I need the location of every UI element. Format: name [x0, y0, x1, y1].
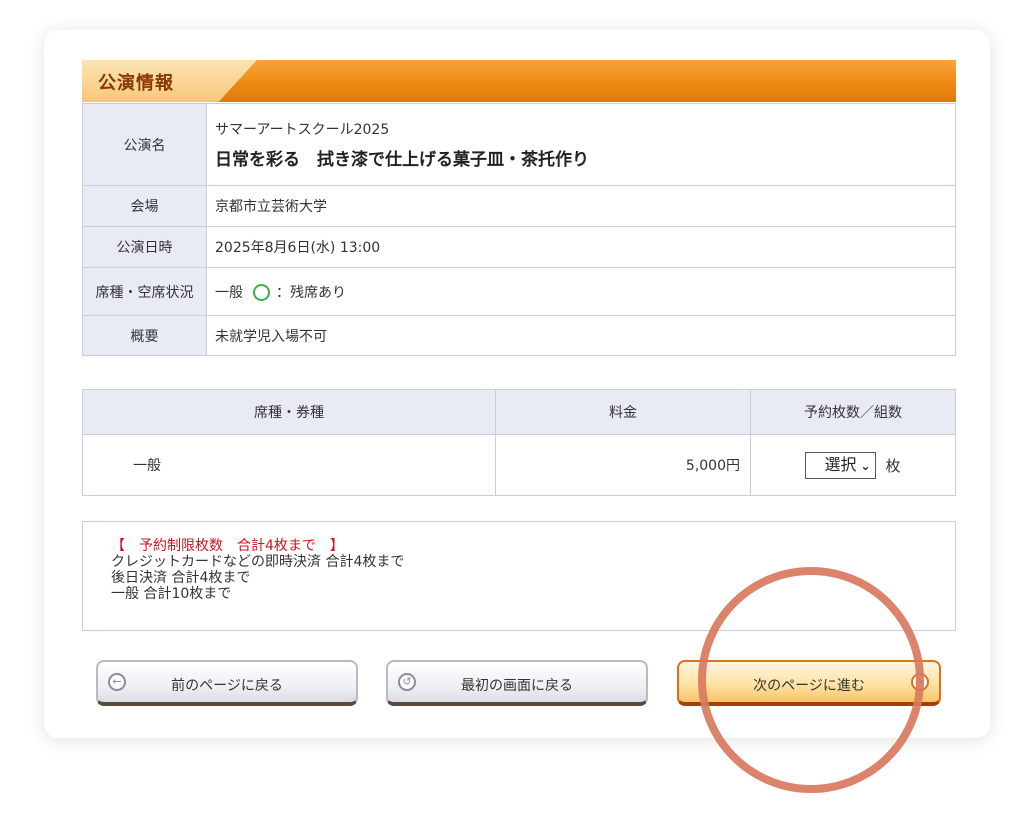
back-button[interactable]: ← 前のページに戻る	[96, 660, 358, 706]
info-row-note: 概要 未就学児入場不可	[82, 315, 956, 356]
chevron-down-icon: ⌄	[860, 458, 871, 473]
quantity-unit: 枚	[885, 456, 901, 475]
note-label: 概要	[82, 315, 207, 356]
notice-content: 【 予約制限枚数 合計4枚まで 】 クレジットカードなどの即時決済 合計4枚まで…	[111, 538, 404, 602]
header-quantity: 予約枚数／組数	[750, 389, 956, 435]
seat-label: 席種・空席状況	[82, 267, 207, 316]
next-button[interactable]: 次のページに進む →	[677, 660, 941, 706]
limit-line: 一般 合計10枚まで	[111, 586, 232, 602]
price-header-row: 席種・券種 料金 予約枚数／組数	[82, 389, 956, 435]
quantity-select-value: 選択	[824, 454, 857, 474]
name-value: サマーアートスクール2025 日常を彩る 拭き漆で仕上げる菓子皿・茶托作り	[206, 103, 956, 186]
name-label: 公演名	[82, 103, 207, 186]
info-row-seat: 席種・空席状況 一般 ：残席あり	[82, 267, 956, 316]
quantity-select[interactable]: 選択 ⌄	[805, 451, 876, 479]
info-row-venue: 会場 京都市立芸術大学	[82, 185, 956, 227]
info-row-date: 公演日時 2025年8月6日(水) 13:00	[82, 226, 956, 268]
page: 公演情報 公演名 サマーアートスクール2025 日常を彩る 拭き漆で仕上げる菓子…	[0, 0, 1032, 822]
ticket-fee: 5,000円	[495, 434, 751, 496]
arrow-right-icon: →	[911, 673, 929, 691]
venue-label: 会場	[82, 185, 207, 227]
limit-line: クレジットカードなどの即時決済 合計4枚まで	[111, 554, 405, 570]
header-fee: 料金	[495, 389, 751, 435]
limit-heading: 【 予約制限枚数 合計4枚まで 】	[111, 538, 344, 554]
back-button-label: 前のページに戻る	[171, 678, 283, 694]
note-value: 未就学児入場不可	[206, 315, 956, 356]
first-page-button[interactable]: ↺ 最初の画面に戻る	[386, 660, 648, 706]
date-label: 公演日時	[82, 226, 207, 268]
performance-info-table: 公演名 サマーアートスクール2025 日常を彩る 拭き漆で仕上げる菓子皿・茶托作…	[82, 103, 956, 356]
purchase-limit-notice: 【 予約制限枚数 合計4枚まで 】 クレジットカードなどの即時決済 合計4枚まで…	[82, 521, 956, 631]
available-circle-icon	[253, 284, 270, 301]
info-row-name: 公演名 サマーアートスクール2025 日常を彩る 拭き漆で仕上げる菓子皿・茶托作…	[82, 103, 956, 186]
limit-line: 後日決済 合計4枚まで	[111, 570, 251, 586]
seat-value: 一般 ：残席あり	[206, 267, 956, 316]
performance-title: 日常を彩る 拭き漆で仕上げる菓子皿・茶托作り	[215, 150, 589, 170]
first-page-button-label: 最初の画面に戻る	[461, 678, 573, 694]
quantity-cell: 選択 ⌄ 枚	[750, 434, 956, 496]
section-title: 公演情報	[98, 73, 174, 94]
performance-series: サマーアートスクール2025	[215, 122, 390, 138]
ticket-type: 一般	[82, 434, 496, 496]
next-button-label: 次のページに進む	[753, 678, 865, 694]
price-row: 一般 5,000円 選択 ⌄ 枚	[82, 434, 956, 496]
date-value: 2025年8月6日(水) 13:00	[206, 226, 956, 268]
header-seat-type: 席種・券種	[82, 389, 496, 435]
seat-status: ：残席あり	[276, 284, 346, 301]
section-header: 公演情報	[82, 60, 956, 102]
price-table: 席種・券種 料金 予約枚数／組数 一般 5,000円 選択 ⌄ 枚	[82, 389, 956, 496]
venue-value: 京都市立芸術大学	[206, 185, 956, 227]
seat-type: 一般	[215, 284, 243, 301]
